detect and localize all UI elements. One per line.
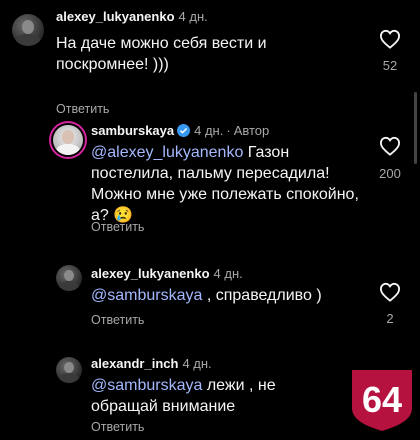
like-count: 2 (386, 311, 394, 326)
avatar[interactable] (56, 357, 82, 383)
username[interactable]: alexey_lukyanenko (56, 9, 175, 24)
avatar[interactable] (12, 14, 44, 46)
username[interactable]: samburskaya (91, 123, 174, 138)
comment-text: @alexey_lukyanenko Газон постелила, паль… (91, 142, 361, 226)
timestamp: 4 дн. (194, 123, 224, 138)
avatar[interactable] (53, 125, 83, 155)
mention-link[interactable]: @samburskaya (91, 287, 202, 304)
mention-link[interactable]: @samburskaya (91, 377, 202, 394)
timestamp: 4 дн. (178, 9, 208, 24)
avatar[interactable] (56, 265, 82, 291)
timestamp: 4 дн. (182, 356, 212, 371)
comment-body: , справедливо ) (202, 287, 322, 304)
like-count: 52 (382, 58, 398, 73)
comment-text: На даче можно себя вести и поскромнее! )… (56, 35, 267, 73)
reply-button[interactable]: Ответить (56, 102, 109, 116)
reply-button[interactable]: Ответить (91, 420, 144, 434)
heart-icon[interactable] (379, 136, 401, 156)
separator: · (226, 123, 231, 138)
verified-icon (177, 124, 191, 137)
mention-link[interactable]: @alexey_lukyanenko (91, 144, 243, 161)
reply-button[interactable]: Ответить (91, 220, 144, 234)
author-label: Автор (233, 123, 270, 138)
username[interactable]: alexey_lukyanenko (91, 266, 210, 281)
comment-text: @samburskaya , справедливо ) (91, 285, 361, 306)
reply-button[interactable]: Ответить (91, 313, 144, 327)
comment-text: @samburskaya лежи , не обращай внимание (91, 375, 346, 417)
heart-icon[interactable] (379, 282, 401, 302)
heart-icon[interactable] (379, 29, 401, 49)
timestamp: 4 дн. (213, 266, 243, 281)
channel-number: 64 (361, 379, 403, 420)
scrollbar[interactable] (414, 92, 417, 164)
username[interactable]: alexandr_inch (91, 356, 178, 371)
like-count: 200 (379, 166, 401, 181)
channel-logo: 64 (350, 368, 414, 432)
